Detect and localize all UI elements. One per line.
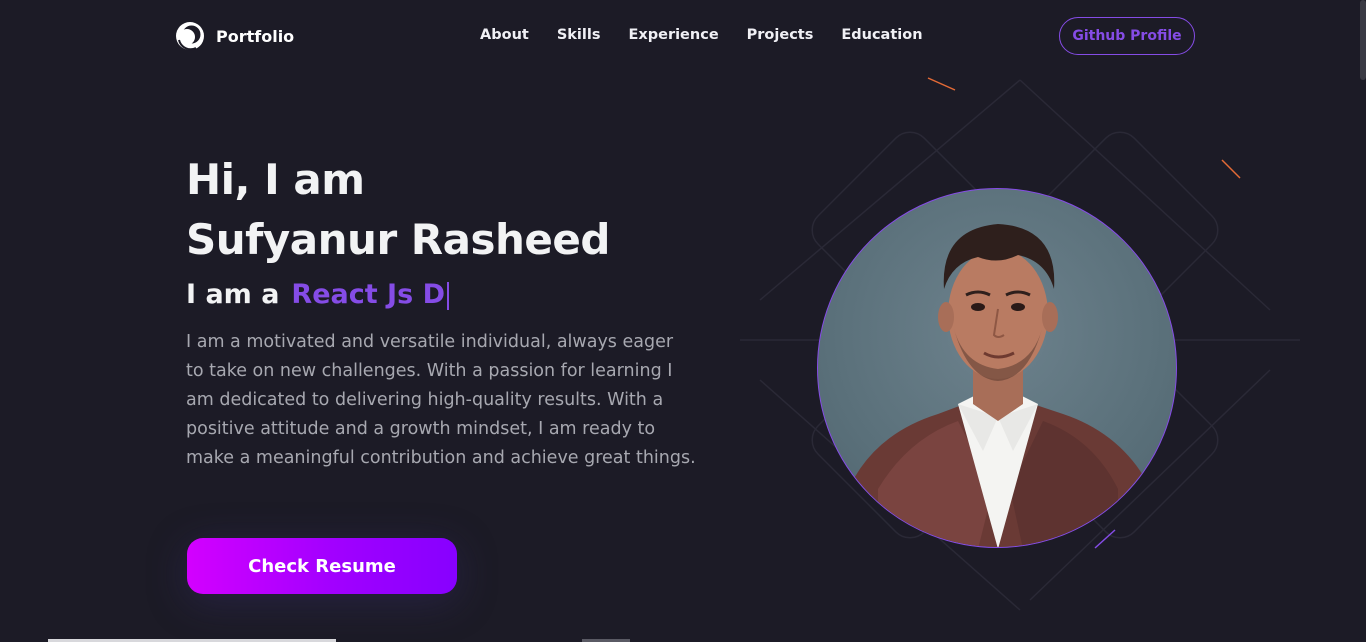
logo-text: Portfolio xyxy=(216,26,295,46)
navbar: Portfolio About Skills Experience Projec… xyxy=(0,0,1366,72)
check-resume-button[interactable]: Check Resume xyxy=(187,538,457,594)
hero-name: Sufyanur Rasheed xyxy=(186,215,610,264)
role-typewriter: I am a React Js D xyxy=(186,279,449,310)
role-typed-wrapper: React Js D xyxy=(291,279,449,310)
role-prefix: I am a xyxy=(186,279,280,310)
nav-link-education[interactable]: Education xyxy=(841,27,922,43)
hero-description: I am a motivated and versatile individua… xyxy=(186,332,696,468)
hero-title: Hi, I am Sufyanur Rasheed xyxy=(186,150,610,270)
profile-photo-illustration xyxy=(838,224,1163,547)
github-profile-button[interactable]: Github Profile xyxy=(1059,17,1195,55)
scrollbar[interactable] xyxy=(1360,0,1366,80)
role-typed-text: React Js D xyxy=(291,279,445,310)
nav-link-projects[interactable]: Projects xyxy=(747,27,814,43)
hero-page: Portfolio About Skills Experience Projec… xyxy=(0,0,1366,642)
nav-links: About Skills Experience Projects Educati… xyxy=(480,27,923,43)
logo[interactable]: Portfolio xyxy=(174,20,294,52)
portfolio-logo-icon xyxy=(176,22,204,51)
nav-link-skills[interactable]: Skills xyxy=(557,27,601,43)
profile-photo xyxy=(817,188,1177,548)
typing-caret xyxy=(446,281,449,310)
nav-link-about[interactable]: About xyxy=(480,27,529,43)
hero-greeting: Hi, I am xyxy=(186,155,365,204)
nav-link-experience[interactable]: Experience xyxy=(628,27,718,43)
